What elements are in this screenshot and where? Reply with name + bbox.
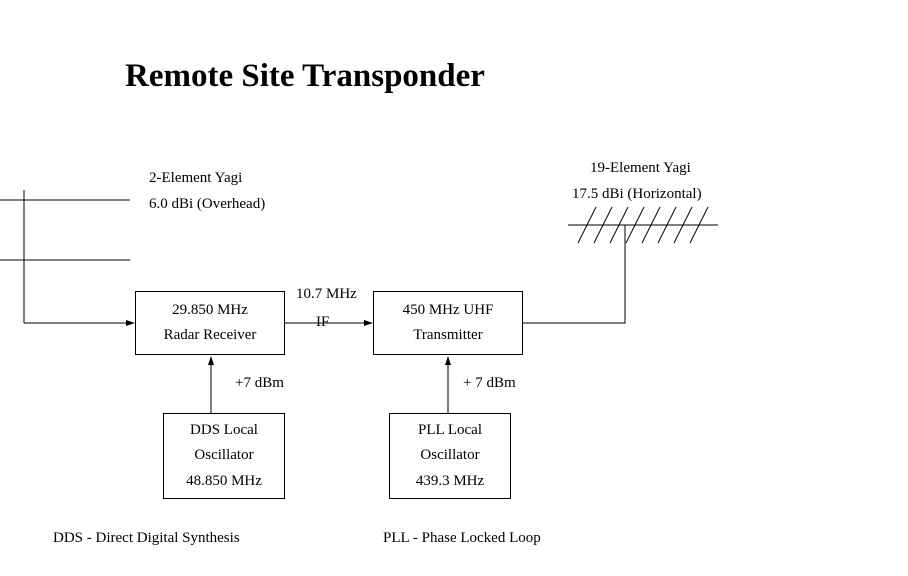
glossary-dds: DDS - Direct Digital Synthesis — [53, 530, 240, 547]
dds-lo-name: DDS Local — [190, 418, 258, 444]
transmitter-role: Transmitter — [413, 323, 482, 349]
rx-antenna-gain: 6.0 dBi (Overhead) — [149, 196, 265, 213]
pll-local-oscillator-block: PLL Local Oscillator 439.3 MHz — [389, 413, 511, 499]
dds-lo-level: +7 dBm — [235, 375, 284, 392]
uhf-transmitter-block: 450 MHz UHF Transmitter — [373, 291, 523, 355]
receiver-role: Radar Receiver — [164, 323, 257, 349]
rx-antenna-icon — [0, 190, 130, 323]
dds-lo-freq: 48.850 MHz — [186, 469, 262, 495]
pll-lo-role: Oscillator — [420, 443, 479, 469]
if-link-label: IF — [316, 314, 329, 331]
if-link-freq: 10.7 MHz — [296, 286, 357, 303]
receiver-freq: 29.850 MHz — [172, 298, 248, 324]
pll-lo-freq: 439.3 MHz — [416, 469, 484, 495]
glossary-pll: PLL - Phase Locked Loop — [383, 530, 541, 547]
radar-receiver-block: 29.850 MHz Radar Receiver — [135, 291, 285, 355]
tx-antenna-icon — [568, 207, 718, 260]
page-title: Remote Site Transponder — [125, 58, 485, 95]
tx-antenna-gain: 17.5 dBi (Horizontal) — [572, 186, 702, 203]
rx-antenna-name: 2-Element Yagi — [149, 170, 242, 187]
tx-antenna-name: 19-Element Yagi — [590, 160, 691, 177]
dds-lo-role: Oscillator — [194, 443, 253, 469]
dds-local-oscillator-block: DDS Local Oscillator 48.850 MHz — [163, 413, 285, 499]
pll-lo-name: PLL Local — [418, 418, 482, 444]
transmitter-freq: 450 MHz UHF — [403, 298, 494, 324]
pll-lo-level: + 7 dBm — [463, 375, 516, 392]
diagram-canvas: Remote Site Transponder 2-Element Yagi 6… — [0, 0, 908, 576]
